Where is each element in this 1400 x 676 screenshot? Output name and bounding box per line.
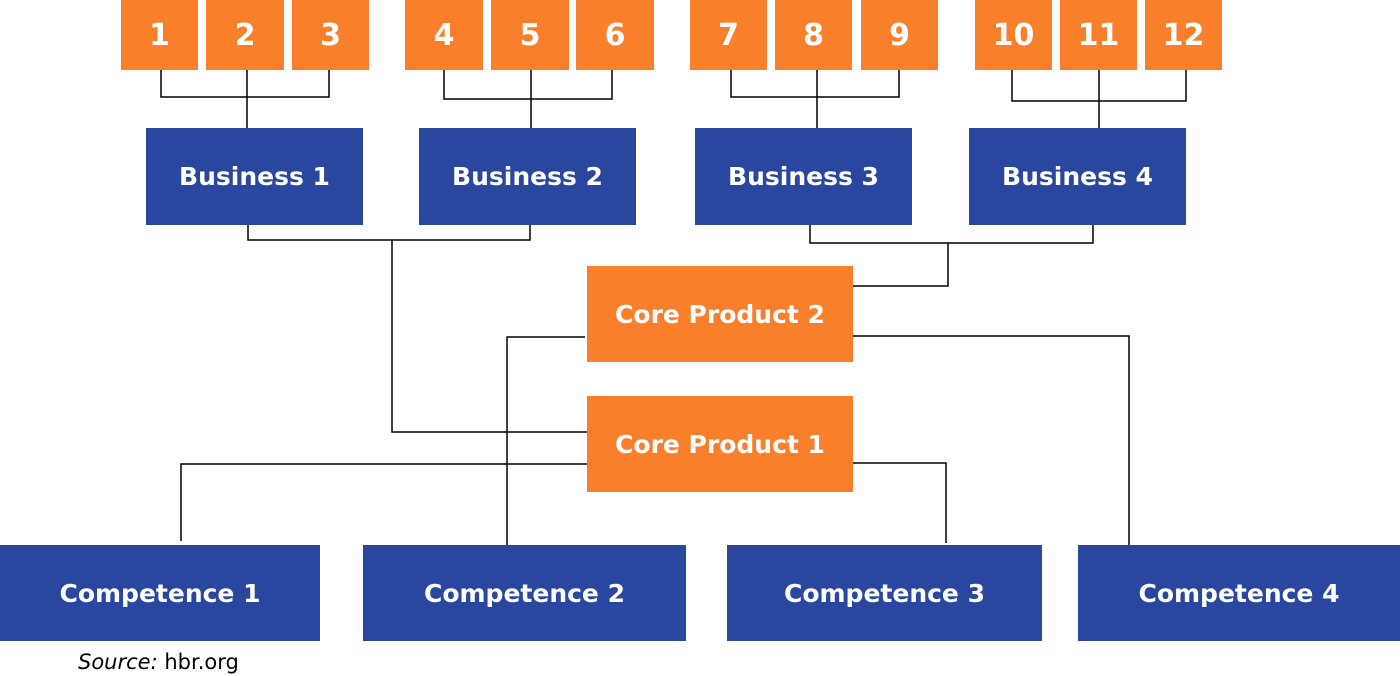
- connector: [443, 70, 613, 100]
- item-label: 7: [718, 17, 739, 53]
- connector: [506, 336, 585, 558]
- item-box-7: 7: [690, 0, 767, 70]
- business-box-1: Business 1: [146, 128, 363, 225]
- item-box-3: 3: [292, 0, 369, 70]
- item-label: 8: [803, 17, 824, 53]
- item-label: 4: [433, 17, 455, 53]
- business-label: Business 1: [179, 162, 330, 191]
- connector: [851, 462, 947, 543]
- connector: [850, 243, 949, 287]
- business-label: Business 2: [452, 162, 603, 191]
- core-product-label: Core Product 1: [615, 429, 825, 459]
- connector: [851, 335, 1130, 558]
- item-label: 12: [1162, 17, 1205, 53]
- item-box-8: 8: [775, 0, 852, 70]
- source-label: Source:: [78, 650, 158, 674]
- item-label: 3: [320, 17, 341, 53]
- source-value: hbr.org: [164, 650, 239, 674]
- source-note: Source: hbr.org: [78, 650, 239, 674]
- item-box-1: 1: [121, 0, 198, 70]
- item-label: 9: [889, 17, 910, 53]
- item-box-2: 2: [206, 0, 284, 70]
- competence-box-3: Competence 3: [727, 545, 1042, 641]
- competence-box-1: Competence 1: [0, 545, 320, 641]
- connector: [730, 70, 900, 98]
- item-box-4: 4: [405, 0, 483, 70]
- competence-label: Competence 3: [783, 578, 985, 608]
- item-box-12: 12: [1145, 0, 1222, 70]
- competence-label: Competence 2: [423, 578, 625, 608]
- connector: [180, 463, 587, 541]
- core-product-1-box: Core Product 1: [587, 396, 853, 492]
- item-box-10: 10: [975, 0, 1052, 70]
- business-box-3: Business 3: [695, 128, 912, 225]
- competence-label: Competence 4: [1138, 578, 1340, 608]
- core-product-label: Core Product 2: [615, 299, 825, 329]
- item-label: 2: [234, 17, 256, 53]
- item-label: 1: [149, 17, 170, 53]
- item-label: 11: [1077, 17, 1120, 53]
- business-label: Business 3: [728, 162, 879, 191]
- competence-label: Competence 1: [59, 578, 261, 608]
- diagram: 1 2 3 4 5 6 7 8 9 10 11 12 Business 1 Bu…: [0, 0, 1400, 676]
- item-label: 10: [992, 17, 1035, 53]
- item-box-6: 6: [576, 0, 654, 70]
- business-box-2: Business 2: [419, 128, 636, 225]
- connector: [160, 70, 330, 98]
- business-label: Business 4: [1002, 162, 1153, 191]
- item-box-11: 11: [1060, 0, 1137, 70]
- item-label: 5: [519, 17, 541, 53]
- connector: [391, 240, 587, 433]
- item-box-9: 9: [861, 0, 938, 70]
- core-product-2-box: Core Product 2: [587, 266, 853, 362]
- business-box-4: Business 4: [969, 128, 1186, 225]
- item-box-5: 5: [491, 0, 569, 70]
- competence-box-4: Competence 4: [1078, 545, 1400, 641]
- competence-box-2: Competence 2: [363, 545, 686, 641]
- item-label: 6: [604, 17, 626, 53]
